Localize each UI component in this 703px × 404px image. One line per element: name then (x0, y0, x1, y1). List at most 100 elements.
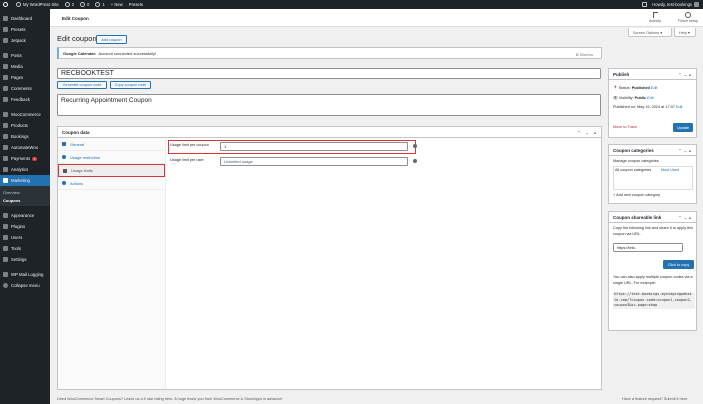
ticket-icon (62, 142, 66, 146)
google-calendar-notice: Google Calendar: Account connected succe… (57, 47, 602, 59)
published-on-row: Published on: May 19, 2024 at 17:47 Edit (613, 105, 683, 109)
notification-bell-icon[interactable] (642, 2, 648, 7)
usage-limit-per-user-label: Usage limit per user (170, 158, 204, 162)
new-content-link[interactable]: + New (111, 2, 123, 7)
sidebar-item-products[interactable]: Products (0, 120, 50, 131)
page-title: Edit coupon (57, 34, 97, 43)
payments-icon (3, 156, 8, 161)
appearance-icon (3, 213, 8, 218)
woocommerce-icon (3, 112, 8, 117)
submenu-coupons[interactable]: Coupons (0, 196, 50, 204)
tab-all-categories[interactable]: All coupon categories (615, 168, 651, 172)
sidebar-item-media[interactable]: Media (0, 61, 50, 72)
tab-most-used[interactable]: Most Used (661, 168, 679, 172)
plus-icon (63, 168, 67, 173)
sidebar-item-automatewoo[interactable]: AutomateWoo (0, 142, 50, 153)
move-to-trash-link[interactable]: Move to Trash (613, 125, 637, 129)
flag-icon (652, 12, 658, 18)
sidebar-item-marketing[interactable]: Marketing (0, 175, 50, 186)
screen-options-button[interactable]: Screen Options ▾ (628, 28, 672, 37)
coupon-code-input[interactable]: RECBOOKTEST (57, 68, 601, 79)
sidebar-item-dashboard[interactable]: Dashboard (0, 13, 50, 24)
shareable-url-input[interactable]: https://test- (613, 243, 683, 252)
finish-setup-button[interactable]: Finish setup (677, 12, 699, 23)
wordpress-logo-icon[interactable] (3, 2, 10, 7)
tab-actions[interactable]: Actions (58, 177, 165, 190)
box-controls[interactable]: ⌃⌄▴ (678, 215, 693, 220)
update-button[interactable]: Update (673, 123, 693, 132)
add-coupon-button[interactable]: Add coupon (96, 35, 127, 44)
notice-title: Google Calendar: (63, 50, 97, 56)
tab-usage-limits[interactable]: Usage limits (58, 164, 165, 177)
updates-link[interactable]: 2 (64, 2, 74, 7)
settings-icon (3, 257, 8, 262)
analytics-icon (3, 167, 8, 172)
block-icon (62, 155, 66, 159)
tab-general[interactable]: General (58, 138, 165, 151)
jetpack-icon (3, 38, 8, 43)
usage-limit-per-user-input[interactable]: Unlimited usage (220, 157, 408, 166)
sidebar-item-analytics[interactable]: Analytics (0, 164, 50, 175)
sidebar-item-settings[interactable]: Settings (0, 254, 50, 265)
footer-left-text: Liked WooCommerce Smart Coupons? Leave u… (57, 397, 283, 401)
add-new-category-link[interactable]: + Add new coupon category (613, 193, 660, 197)
coupon-categories-box: Coupon categories ⌃⌄▴ Manage coupon categ… (608, 144, 697, 204)
edit-status-link[interactable]: Edit (651, 86, 658, 90)
help-button[interactable]: Help ▾ (674, 28, 696, 37)
sidebar-item-presets[interactable]: Presets (0, 24, 50, 35)
sidebar-item-appearance[interactable]: Appearance (0, 210, 50, 221)
generate-coupon-code-button[interactable]: Generate coupon code (57, 81, 107, 89)
copy-coupon-code-button[interactable]: Copy coupon code (110, 81, 151, 89)
visibility-row: 👁 Visibility: Public Edit (613, 96, 654, 100)
admin-sidebar: Dashboard Presets Jetpack Posts Media Pa… (0, 9, 50, 404)
activity-button[interactable]: Activity (644, 12, 666, 23)
sidebar-item-comments[interactable]: Comments (0, 83, 50, 94)
tab-usage-restriction[interactable]: Usage restriction (58, 151, 165, 164)
plugins-icon (3, 224, 8, 229)
avatar[interactable] (694, 2, 699, 7)
coupon-data-box: Coupon data ⌃ ⌄ ▴ General Usage restrict… (57, 126, 602, 390)
jetpack-stats-link[interactable]: 1 (95, 2, 105, 7)
help-tip-icon[interactable] (413, 144, 417, 148)
sidebar-item-payments[interactable]: Payments 1 (0, 153, 50, 164)
sidebar-item-wp-mail-logging[interactable]: WP Mail Logging (0, 269, 50, 280)
sidebar-item-woocommerce[interactable]: WooCommerce (0, 109, 50, 120)
edit-date-link[interactable]: Edit (676, 105, 683, 109)
submenu-overview[interactable]: Overview (0, 188, 50, 196)
box-controls[interactable]: ⌃⌄▴ (678, 72, 693, 77)
presets-link[interactable]: Presets (129, 2, 143, 7)
comments-icon (3, 86, 8, 91)
site-name-link[interactable]: My WordPress Site (16, 2, 59, 7)
click-to-copy-button[interactable]: Click to copy (663, 260, 694, 269)
dashboard-icon (3, 16, 8, 21)
edit-visibility-link[interactable]: Edit (647, 96, 654, 100)
example-url: https://test-bookings.mystagingwebsite.c… (613, 292, 695, 309)
coupon-shareable-link-box: Coupon shareable link ⌃⌄▴ Copy the follow… (608, 211, 697, 331)
sidebar-item-users[interactable]: Users (0, 232, 50, 243)
sidebar-item-tools[interactable]: Tools (0, 243, 50, 254)
usage-limit-per-coupon-label: Usage limit per coupon (170, 143, 209, 147)
sidebar-item-pages[interactable]: Pages (0, 72, 50, 83)
box-controls[interactable]: ⌃ ⌄ ▴ (577, 130, 598, 135)
dismiss-button[interactable]: ⊗ Dismiss (575, 52, 593, 57)
sidebar-item-jetpack[interactable]: Jetpack (0, 35, 50, 46)
sidebar-item-posts[interactable]: Posts (0, 50, 50, 61)
presets-icon (3, 27, 8, 32)
products-icon (3, 123, 8, 128)
manage-categories-link[interactable]: Manage coupon categories (613, 159, 659, 163)
notifications-icon (95, 2, 101, 7)
coupon-description-textarea[interactable]: Recurring Appointment Coupon (57, 94, 601, 116)
help-tip-icon[interactable] (413, 159, 417, 163)
sidebar-item-bookings[interactable]: Bookings (0, 131, 50, 142)
collapse-menu-button[interactable]: Collapse menu (0, 280, 50, 291)
status-row: 📍 Status: Published Edit (613, 86, 658, 90)
header-page-title: Edit Coupon (62, 16, 89, 21)
sidebar-item-plugins[interactable]: Plugins (0, 221, 50, 232)
payments-badge: 1 (32, 156, 38, 161)
marketing-submenu: Overview Coupons (0, 186, 50, 206)
usage-limit-per-coupon-input[interactable]: 1 (220, 142, 408, 151)
box-controls[interactable]: ⌃⌄▴ (678, 148, 693, 153)
howdy-user[interactable]: Howdy, test-bookings (652, 2, 692, 7)
sidebar-item-feedback[interactable]: Feedback (0, 94, 50, 105)
comments-link[interactable]: 0 (80, 2, 89, 7)
